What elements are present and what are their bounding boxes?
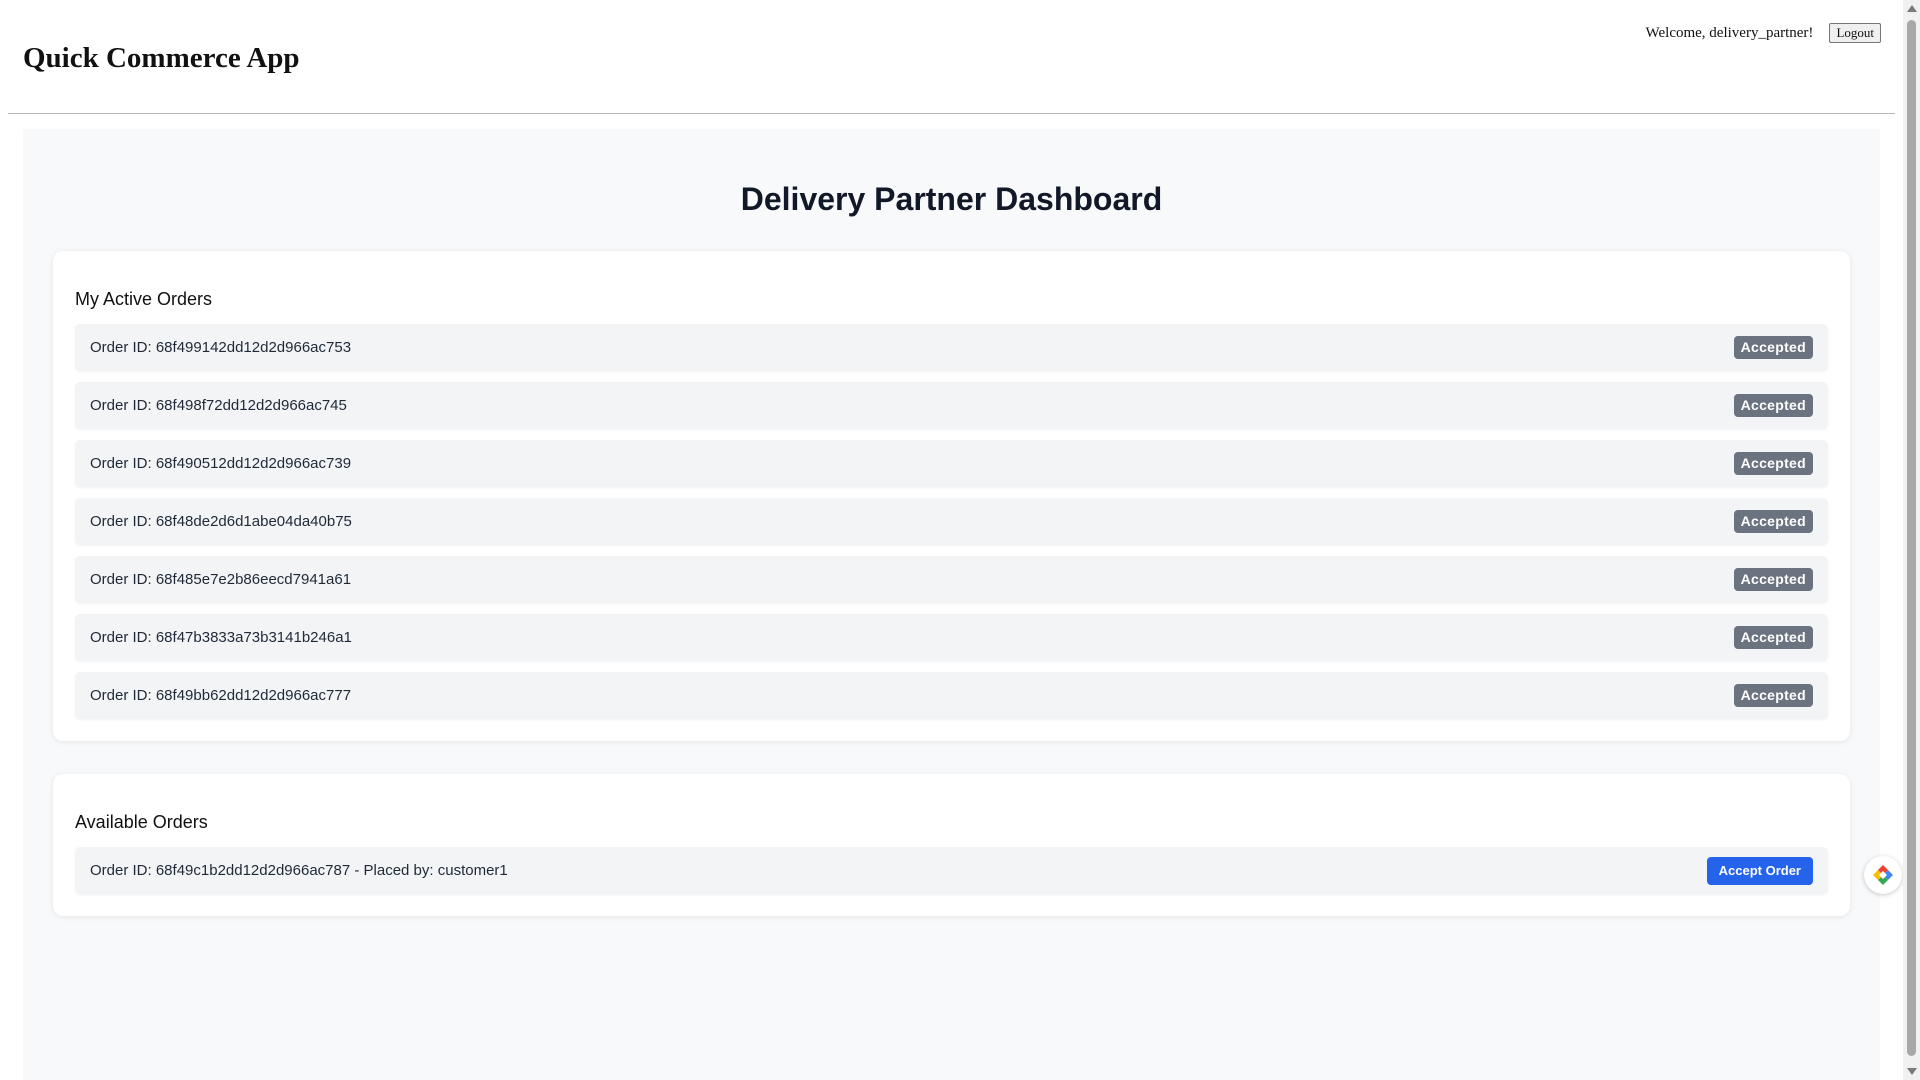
order-info-text: Order ID: 68f49c1b2dd12d2d966ac787 - Pla… <box>90 862 508 879</box>
status-badge: Accepted <box>1733 510 1813 533</box>
order-id-text: Order ID: 68f49bb62dd12d2d966ac777 <box>90 687 352 704</box>
accept-order-button[interactable]: Accept Order <box>1706 856 1813 885</box>
triangle-up-icon[interactable] <box>1907 5 1917 12</box>
active-order-row: Order ID: 68f47b3833a73b3141b246a1 Accep… <box>75 614 1828 661</box>
app-header: Quick Commerce App Welcome, delivery_par… <box>8 0 1895 114</box>
floating-assistant-button[interactable] <box>1864 856 1902 894</box>
order-id-text: Order ID: 68f498f72dd12d2d966ac745 <box>90 397 347 414</box>
active-orders-card: My Active Orders Order ID: 68f499142dd12… <box>53 251 1850 741</box>
status-badge: Accepted <box>1733 568 1813 591</box>
active-order-row: Order ID: 68f485e7e2b86eecd7941a61 Accep… <box>75 556 1828 603</box>
dashboard-main: Delivery Partner Dashboard My Active Ord… <box>23 129 1880 1080</box>
page-title: Delivery Partner Dashboard <box>740 181 1163 217</box>
status-badge: Accepted <box>1733 394 1813 417</box>
order-id-text: Order ID: 68f490512dd12d2d966ac739 <box>90 455 352 472</box>
status-badge: Accepted <box>1733 684 1813 707</box>
vertical-scrollbar[interactable] <box>1903 0 1920 1080</box>
triangle-down-icon[interactable] <box>1907 1068 1917 1075</box>
colorful-diamond-logo-icon <box>1873 865 1893 885</box>
active-order-row: Order ID: 68f498f72dd12d2d966ac745 Accep… <box>75 382 1828 429</box>
logout-button[interactable]: Logout <box>1829 23 1881 43</box>
status-badge: Accepted <box>1733 626 1813 649</box>
status-badge: Accepted <box>1733 452 1813 475</box>
welcome-text: Welcome, delivery_partner! <box>1645 24 1814 41</box>
status-badge: Accepted <box>1733 336 1813 359</box>
order-id-text: Order ID: 68f485e7e2b86eecd7941a61 <box>90 571 352 588</box>
available-orders-title: Available Orders <box>75 812 208 832</box>
user-area: Welcome, delivery_partner! Logout <box>1646 23 1881 43</box>
active-order-row: Order ID: 68f49bb62dd12d2d966ac777 Accep… <box>75 672 1828 719</box>
active-order-row: Order ID: 68f499142dd12d2d966ac753 Accep… <box>75 324 1828 371</box>
active-order-row: Order ID: 68f48de2d6d1abe04da40b75 Accep… <box>75 498 1828 545</box>
order-id-text: Order ID: 68f48de2d6d1abe04da40b75 <box>90 513 352 530</box>
order-id-text: Order ID: 68f499142dd12d2d966ac753 <box>90 339 352 356</box>
active-order-row: Order ID: 68f490512dd12d2d966ac739 Accep… <box>75 440 1828 487</box>
available-orders-card: Available Orders Order ID: 68f49c1b2dd12… <box>53 774 1850 916</box>
available-orders-list: Order ID: 68f49c1b2dd12d2d966ac787 - Pla… <box>75 847 1828 894</box>
app-title: Quick Commerce App <box>23 42 300 74</box>
scrollbar-thumb[interactable] <box>1907 20 1916 1056</box>
available-order-row: Order ID: 68f49c1b2dd12d2d966ac787 - Pla… <box>75 847 1828 894</box>
order-id-text: Order ID: 68f47b3833a73b3141b246a1 <box>90 629 352 646</box>
active-orders-title: My Active Orders <box>75 289 213 309</box>
active-orders-list: Order ID: 68f499142dd12d2d966ac753 Accep… <box>75 324 1828 719</box>
